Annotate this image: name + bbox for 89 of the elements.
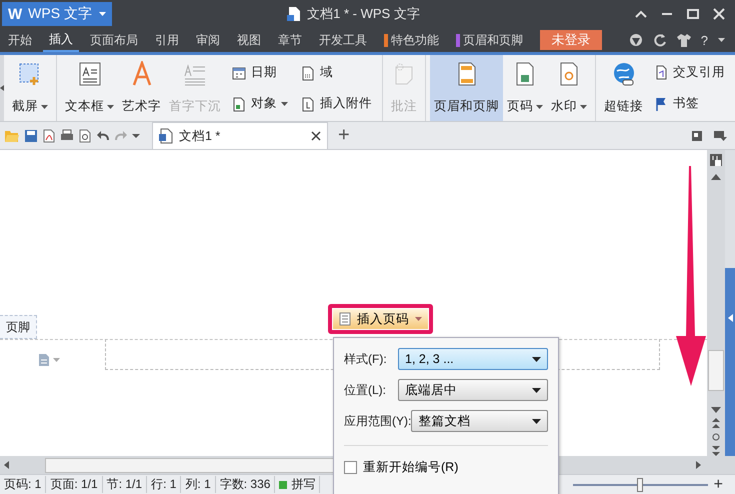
menu-tab[interactable]: 审阅: [190, 28, 226, 52]
ribbon-button[interactable]: 文本框: [61, 55, 118, 121]
menu-tab[interactable]: 开发工具: [313, 28, 373, 52]
dropdown-icon: [132, 134, 140, 138]
window-title: 文档1 * - WPS 文字: [307, 5, 420, 23]
footer-label: 页脚: [0, 315, 37, 339]
browse-object-icon: [712, 433, 720, 441]
status-text: 行: 1: [147, 476, 182, 493]
open-folder-icon: [4, 128, 20, 142]
close-button[interactable]: [311, 131, 321, 141]
help-button[interactable]: ?: [700, 32, 708, 48]
ribbon-button[interactable]: 水印: [547, 55, 591, 121]
text-box-icon: [76, 61, 102, 87]
scroll-up-icon: [711, 174, 721, 180]
ribbon-button[interactable]: 交叉引用: [650, 62, 728, 83]
scroll-right-icon: [696, 461, 701, 469]
status-text: 字数: 336: [216, 476, 276, 493]
menu-tab[interactable]: 特色功能: [378, 28, 445, 52]
page-icon: [38, 353, 50, 367]
menu-tab[interactable]: 章节: [272, 28, 308, 52]
word-document-icon: [159, 128, 173, 144]
pdf-icon: [42, 128, 56, 142]
attachment-icon: [300, 96, 316, 112]
ribbon-button[interactable]: 截屏: [8, 55, 52, 121]
menu-tab[interactable]: 开始: [2, 28, 38, 52]
status-text: 拼写: [275, 476, 320, 493]
next-page-icon: [712, 446, 720, 456]
ribbon-button[interactable]: 书签: [650, 93, 728, 114]
app-menu-button[interactable]: W WPS 文字: [2, 2, 112, 26]
dropdown-field[interactable]: 1, 2, 3 ...: [398, 348, 548, 370]
print-icon: [60, 128, 74, 142]
ribbon-button[interactable]: 域: [297, 62, 375, 83]
caret-icon: [415, 317, 422, 321]
menu-tab[interactable]: 视图: [231, 28, 267, 52]
new-tab-button[interactable]: +: [332, 124, 356, 147]
document-tab[interactable]: 文档1 *: [152, 122, 328, 149]
field-icon: [300, 64, 316, 80]
scroll-left-icon: [0, 85, 4, 91]
field-label: 应用范围(Y):: [344, 412, 412, 430]
print-preview-icon: [78, 128, 92, 142]
zoom-in-button[interactable]: +: [714, 476, 723, 494]
close-icon: [311, 131, 321, 141]
refresh-icon: [652, 33, 667, 47]
ribbon-button[interactable]: 日期: [228, 62, 291, 83]
menu-icon: [713, 130, 727, 142]
dropdown-field[interactable]: 整篇文档: [411, 410, 548, 432]
dropdown-icon: [532, 356, 541, 362]
side-panel-bar[interactable]: [725, 268, 735, 456]
ribbon-button[interactable]: 对象: [228, 93, 291, 114]
ribbon-button[interactable]: 页码: [503, 55, 547, 121]
ribbon-button[interactable]: 艺术字: [118, 55, 165, 121]
ribbon-button[interactable]: 页眉和页脚: [430, 55, 503, 121]
document-icon: [287, 6, 302, 22]
status-text: 页面: 1/1: [46, 476, 103, 493]
menu-tab[interactable]: 页面布局: [84, 28, 144, 52]
field-label: 位置(L):: [344, 382, 386, 398]
status-text: 页码: 1: [0, 476, 46, 493]
status-text: 列: 1: [181, 476, 216, 493]
close-icon: [713, 8, 725, 20]
caret-icon: [718, 38, 725, 42]
dropdown-field[interactable]: 底端居中: [398, 379, 548, 401]
collapse-icon: [635, 8, 647, 20]
object-icon: [231, 96, 247, 112]
caret-icon: [99, 12, 106, 16]
redo-icon: [114, 128, 128, 142]
menu-tab[interactable]: 页眉和页脚: [450, 28, 529, 52]
skin-icon: [628, 33, 643, 47]
page-icon: [339, 312, 351, 326]
previous-page-icon: [712, 418, 720, 428]
calendar-icon: [231, 64, 247, 80]
dropdown-icon: [532, 418, 541, 424]
scrollbar-thumb[interactable]: [708, 350, 724, 391]
window-icon: [691, 130, 703, 142]
ribbon-button[interactable]: 超链接: [600, 55, 647, 121]
insert-page-number-button[interactable]: 插入页码: [333, 309, 428, 329]
status-text: 节: 1/1: [102, 476, 148, 493]
menu-tab[interactable]: 引用: [149, 28, 185, 52]
scroll-left-icon: [4, 461, 9, 469]
undo-icon: [96, 128, 110, 142]
caret-icon: [53, 358, 60, 362]
scroll-down-icon: [711, 407, 721, 413]
collapse-left-icon: [728, 314, 732, 322]
maximize-icon: [687, 8, 699, 20]
split-icon: [710, 154, 722, 166]
save-icon: [24, 128, 38, 142]
dropdown-icon: [532, 388, 541, 392]
shirt-icon: [676, 33, 691, 47]
ribbon-button[interactable]: 插入附件: [297, 93, 375, 114]
field-label: 样式(F):: [344, 350, 387, 368]
